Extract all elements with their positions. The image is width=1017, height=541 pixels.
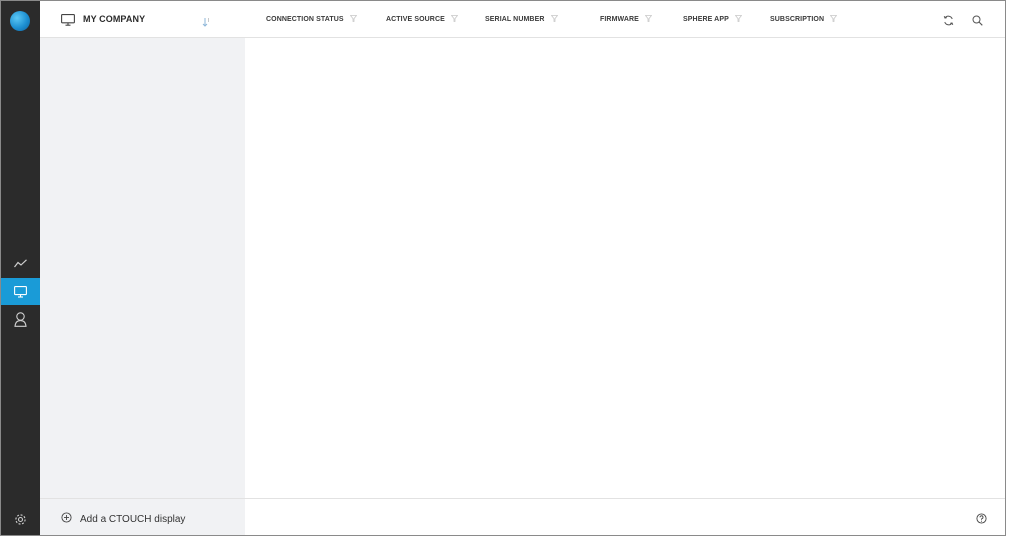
nav-settings[interactable]	[1, 506, 40, 533]
filter-icon[interactable]	[829, 15, 838, 24]
add-display-label: Add a CTOUCH display	[80, 513, 186, 525]
app-logo[interactable]	[10, 11, 30, 31]
plus-circle-icon	[61, 510, 72, 528]
column-label: ACTIVE SOURCE	[386, 16, 445, 23]
gear-icon	[14, 513, 27, 526]
filter-icon[interactable]	[349, 15, 358, 24]
trend-line-icon	[14, 259, 27, 268]
monitor-icon	[61, 13, 75, 31]
filter-icon[interactable]	[644, 15, 653, 24]
column-label: SERIAL NUMBER	[485, 16, 545, 23]
monitor-icon	[14, 285, 27, 298]
column-header-bar: CONNECTION STATUS ACTIVE SOURCE SERIAL N…	[245, 1, 1005, 38]
column-firmware[interactable]: FIRMWARE	[600, 15, 653, 24]
column-active-source[interactable]: ACTIVE SOURCE	[386, 15, 459, 24]
filter-icon[interactable]	[550, 15, 558, 24]
nav-rail	[1, 1, 40, 535]
sort-icon[interactable]	[202, 14, 211, 32]
device-list-area	[245, 38, 1005, 498]
company-name: MY COMPANY	[83, 14, 146, 24]
column-label: SPHERE APP	[683, 16, 729, 23]
company-header[interactable]: MY COMPANY	[40, 1, 245, 38]
column-label: CONNECTION STATUS	[266, 16, 344, 23]
column-connection-status[interactable]: CONNECTION STATUS	[266, 15, 358, 24]
filter-icon[interactable]	[734, 15, 743, 24]
help-circle-icon[interactable]	[976, 511, 987, 529]
column-subscription[interactable]: SUBSCRIPTION	[770, 15, 838, 24]
refresh-icon[interactable]	[943, 13, 954, 31]
company-panel: MY COMPANY	[40, 1, 245, 535]
column-serial-number[interactable]: SERIAL NUMBER	[485, 15, 558, 24]
filter-icon[interactable]	[450, 15, 459, 24]
column-label: SUBSCRIPTION	[770, 16, 825, 23]
search-icon[interactable]	[972, 13, 983, 31]
user-icon	[14, 312, 27, 327]
nav-users[interactable]	[1, 306, 40, 333]
nav-analytics[interactable]	[1, 250, 40, 277]
footer-panel: Add a CTOUCH display	[40, 499, 245, 535]
add-display-button[interactable]: Add a CTOUCH display	[61, 510, 185, 528]
column-label: FIRMWARE	[600, 16, 639, 23]
app-window: MY COMPANY CONNECTION STATUS ACTIVE SOUR…	[0, 0, 1006, 536]
footer-bar: Add a CTOUCH display	[40, 498, 1005, 535]
nav-displays[interactable]	[1, 278, 40, 305]
column-sphere-app[interactable]: SPHERE APP	[683, 15, 743, 24]
